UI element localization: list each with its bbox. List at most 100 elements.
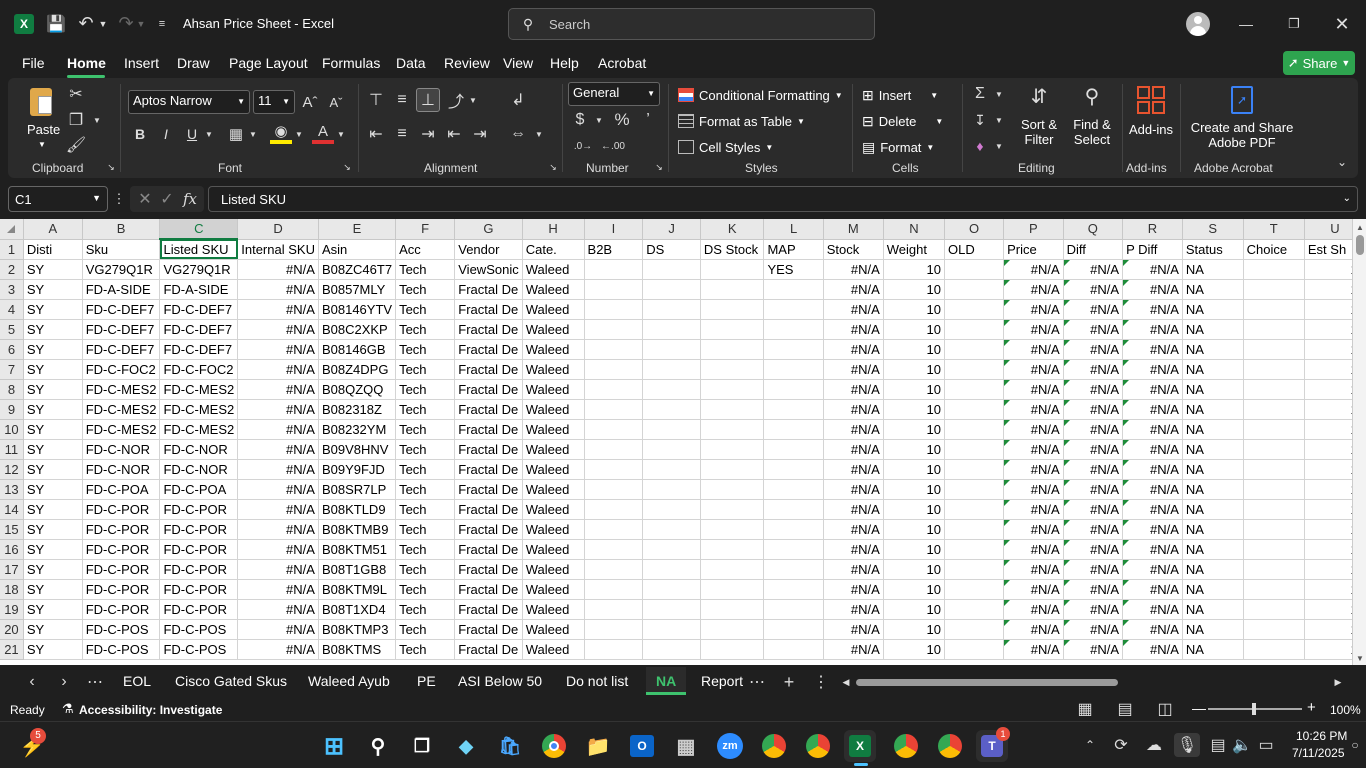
cell[interactable]: 10 bbox=[883, 319, 946, 340]
cell[interactable] bbox=[763, 539, 824, 560]
row-header[interactable]: 20 bbox=[0, 619, 24, 640]
cell[interactable]: SY bbox=[23, 439, 83, 460]
vertical-scroll-thumb[interactable] bbox=[1356, 235, 1364, 255]
cell[interactable] bbox=[763, 479, 824, 500]
cell[interactable]: FD-C-DEF7 bbox=[82, 339, 161, 360]
cell[interactable]: #N/A bbox=[1122, 399, 1183, 420]
tab-view[interactable]: View bbox=[503, 55, 533, 71]
cell[interactable]: Tech bbox=[395, 399, 456, 420]
cell[interactable]: #N/A bbox=[237, 359, 319, 380]
chrome-icon[interactable] bbox=[538, 730, 570, 762]
cell[interactable]: #N/A bbox=[237, 299, 319, 320]
cell[interactable]: 10 bbox=[883, 339, 946, 360]
cell[interactable]: Tech bbox=[395, 459, 456, 480]
cell[interactable]: FD-C-POR bbox=[159, 519, 239, 540]
cell[interactable]: #N/A bbox=[237, 559, 319, 580]
column-header[interactable]: A bbox=[23, 219, 83, 240]
cell[interactable]: #N/A bbox=[1122, 459, 1183, 480]
currency-dropdown-icon[interactable]: ▼ bbox=[594, 112, 604, 128]
cell[interactable]: B08T1GB8 bbox=[318, 559, 397, 580]
cell[interactable]: 10 bbox=[883, 479, 946, 500]
cell[interactable]: Waleed bbox=[522, 279, 585, 300]
cell[interactable] bbox=[763, 299, 824, 320]
cell[interactable] bbox=[763, 619, 824, 640]
cell[interactable]: Fractal De bbox=[454, 299, 523, 320]
cell[interactable]: #N/A bbox=[823, 339, 884, 360]
cell[interactable]: Fractal De bbox=[454, 479, 523, 500]
cell[interactable]: FD-C-POR bbox=[82, 559, 161, 580]
column-header[interactable]: R bbox=[1122, 219, 1183, 240]
cell[interactable]: 10 bbox=[883, 639, 946, 660]
increase-font-size-icon[interactable]: Aˆ bbox=[300, 92, 320, 112]
cell[interactable]: #N/A bbox=[237, 599, 319, 620]
copy-icon[interactable]: ❐ bbox=[66, 110, 86, 130]
cell[interactable] bbox=[1243, 519, 1305, 540]
cell[interactable]: SY bbox=[23, 619, 83, 640]
add-sheet-icon[interactable]: + bbox=[780, 672, 798, 692]
sheet-tab-cisco-gated-skus[interactable]: Cisco Gated Skus bbox=[175, 673, 287, 689]
number-format-select[interactable]: General ▼ bbox=[568, 82, 660, 106]
cell[interactable]: #N/A bbox=[237, 259, 319, 280]
sort-filter-button[interactable]: ⇵ Sort & Filter bbox=[1016, 84, 1062, 156]
battery-icon[interactable]: ▭ bbox=[1256, 736, 1276, 754]
cell[interactable]: #N/A bbox=[1122, 379, 1183, 400]
cell[interactable] bbox=[700, 419, 765, 440]
sheet-tab-na[interactable]: NA bbox=[656, 673, 676, 689]
cell[interactable]: NA bbox=[1182, 339, 1244, 360]
cell[interactable]: #N/A bbox=[823, 539, 884, 560]
font-color-icon[interactable]: A bbox=[312, 122, 334, 144]
cell[interactable]: #N/A bbox=[823, 399, 884, 420]
cell[interactable] bbox=[1243, 479, 1305, 500]
column-header[interactable]: J bbox=[642, 219, 701, 240]
column-header[interactable]: E bbox=[318, 219, 397, 240]
cell[interactable]: B08146GB bbox=[318, 339, 397, 360]
cell[interactable] bbox=[584, 619, 644, 640]
column-header[interactable]: K bbox=[700, 219, 765, 240]
cell[interactable]: #N/A bbox=[1122, 479, 1183, 500]
row-header[interactable]: 8 bbox=[0, 379, 24, 400]
cell[interactable] bbox=[1243, 319, 1305, 340]
search-box[interactable]: ⚲ Search bbox=[508, 8, 875, 40]
cell[interactable] bbox=[584, 419, 644, 440]
cell[interactable] bbox=[584, 539, 644, 560]
cell[interactable]: SY bbox=[23, 299, 83, 320]
cell[interactable]: NA bbox=[1182, 259, 1244, 280]
cell[interactable]: Waleed bbox=[522, 499, 585, 520]
cell[interactable]: #N/A bbox=[1003, 379, 1064, 400]
cell[interactable]: FD-C-DEF7 bbox=[82, 299, 161, 320]
cell[interactable] bbox=[944, 619, 1005, 640]
cell[interactable]: FD-C-POR bbox=[82, 599, 161, 620]
cell[interactable]: #N/A bbox=[237, 279, 319, 300]
scroll-down-icon[interactable]: ▼ bbox=[1356, 654, 1364, 663]
cell[interactable]: Fractal De bbox=[454, 379, 523, 400]
addins-button[interactable]: Add-ins bbox=[1124, 84, 1178, 156]
chrome-profile-1-icon[interactable] bbox=[758, 730, 790, 762]
column-header[interactable]: N bbox=[883, 219, 946, 240]
cell[interactable]: Fractal De bbox=[454, 459, 523, 480]
cell[interactable]: Tech bbox=[395, 639, 456, 660]
cell[interactable]: #N/A bbox=[823, 519, 884, 540]
cell[interactable] bbox=[700, 479, 765, 500]
cell[interactable]: Tech bbox=[395, 559, 456, 580]
cell[interactable] bbox=[700, 579, 765, 600]
cell[interactable]: 10 bbox=[883, 379, 946, 400]
cell[interactable]: Sku bbox=[82, 239, 161, 260]
fill-color-dropdown-icon[interactable]: ▼ bbox=[294, 126, 304, 142]
cell[interactable] bbox=[763, 599, 824, 620]
cell[interactable]: NA bbox=[1182, 619, 1244, 640]
percent-icon[interactable]: % bbox=[612, 110, 632, 130]
cell[interactable]: B08146YTV bbox=[318, 299, 397, 320]
zoom-slider[interactable] bbox=[1208, 703, 1302, 715]
search-taskbar-icon[interactable]: ⚲ bbox=[362, 730, 394, 762]
cell[interactable] bbox=[700, 399, 765, 420]
cell[interactable]: B08232YM bbox=[318, 419, 397, 440]
cell[interactable] bbox=[584, 379, 644, 400]
cell[interactable]: SY bbox=[23, 419, 83, 440]
cell[interactable]: NA bbox=[1182, 599, 1244, 620]
cell[interactable]: FD-C-POA bbox=[159, 479, 239, 500]
cell[interactable]: NA bbox=[1182, 579, 1244, 600]
cell[interactable]: #N/A bbox=[1063, 319, 1124, 340]
cell[interactable]: #N/A bbox=[1063, 479, 1124, 500]
cell[interactable] bbox=[700, 279, 765, 300]
chrome-profile-4-icon[interactable] bbox=[934, 730, 966, 762]
